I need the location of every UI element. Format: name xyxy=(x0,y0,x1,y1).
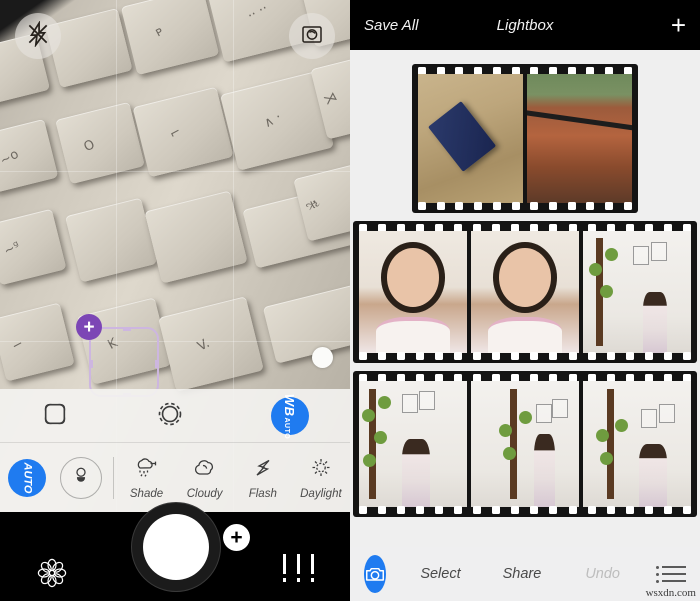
wb-preset-label: Flash xyxy=(248,488,277,500)
wb-label: WB xyxy=(282,393,298,416)
sun-icon xyxy=(306,455,336,486)
photo-thumb[interactable] xyxy=(471,231,579,353)
select-button[interactable]: Select xyxy=(420,566,460,582)
focus-mode-button[interactable] xyxy=(0,400,110,433)
shutter-add-badge[interactable]: + xyxy=(223,524,250,551)
divider xyxy=(112,456,114,499)
photo-thumb[interactable] xyxy=(471,381,579,507)
wb-preset-cloudy[interactable]: Cloudy xyxy=(176,455,234,500)
camera-pane: ᵓ ~o ~ᵍ − O K ᴘ ⌐ V. ·· ·· ∧ · ⋊ ૠ + WB … xyxy=(0,0,350,601)
share-button[interactable]: Share xyxy=(503,566,542,582)
undo-button: Undo xyxy=(585,566,620,582)
camera-shutter-bar: + xyxy=(0,502,350,601)
sprocket-row xyxy=(359,352,691,360)
filmstrip-3[interactable] xyxy=(353,371,697,517)
focus-box[interactable] xyxy=(89,327,159,397)
wb-preset-label: Cloudy xyxy=(186,488,223,500)
wb-sub-label: AUTO xyxy=(283,416,291,439)
list-menu-button[interactable] xyxy=(656,565,686,583)
photo-thumb[interactable] xyxy=(359,381,467,507)
wb-preset-label: Daylight xyxy=(300,488,342,500)
flower-settings-icon xyxy=(37,558,67,588)
cloud-icon xyxy=(190,455,220,486)
photo-thumb[interactable] xyxy=(583,381,691,507)
flash-toggle-button[interactable] xyxy=(15,13,61,59)
plus-icon: + xyxy=(83,316,95,338)
wb-preset-label: Shade xyxy=(129,488,164,500)
wb-auto-button[interactable]: AUTO xyxy=(0,458,54,497)
camera-icon xyxy=(366,567,385,581)
camera-flip-icon xyxy=(300,22,324,51)
flash-bolt-icon xyxy=(248,455,278,486)
wb-preset-shade[interactable]: Shade xyxy=(117,455,175,500)
sliders-button[interactable] xyxy=(278,554,322,592)
lightbox-pane: Save All Lightbox + Select Share Undo ws… xyxy=(350,0,700,601)
wb-auto-label: AUTO xyxy=(21,462,34,493)
flower-settings-button[interactable] xyxy=(33,554,71,597)
shutter-button[interactable] xyxy=(131,502,221,592)
save-all-button[interactable]: Save All xyxy=(364,17,418,34)
grid-line-h1 xyxy=(0,171,350,172)
sprocket-row xyxy=(418,202,632,210)
grid-line-h2 xyxy=(0,341,350,342)
white-balance-button[interactable]: WB AUTO xyxy=(230,393,350,439)
shade-icon xyxy=(132,455,162,486)
photo-thumb[interactable] xyxy=(359,231,467,353)
photo-thumb[interactable] xyxy=(418,74,523,203)
sliders-icon xyxy=(283,554,314,582)
camera-flip-button[interactable] xyxy=(289,13,335,59)
exposure-slider-handle[interactable] xyxy=(312,347,333,368)
app-root: ᵓ ~o ~ᵍ − O K ᴘ ⌐ V. ·· ·· ∧ · ⋊ ૠ + WB … xyxy=(0,0,700,601)
lightbox-scroll-area[interactable] xyxy=(350,50,700,547)
camera-control-row-top: WB AUTO xyxy=(0,389,350,443)
wb-tint-button[interactable] xyxy=(54,456,108,499)
exposure-circle-icon xyxy=(156,400,184,433)
filmstrip-2[interactable] xyxy=(353,221,697,363)
lightbox-topbar: Save All Lightbox + xyxy=(350,0,700,50)
tint-adjust-icon xyxy=(70,464,92,491)
camera-button[interactable] xyxy=(364,555,387,593)
flash-off-icon xyxy=(25,19,51,52)
wb-preset-flash[interactable]: Flash xyxy=(234,455,292,500)
exposure-mode-button[interactable] xyxy=(110,400,230,433)
focus-handle-button[interactable]: + xyxy=(76,314,102,340)
photo-thumb[interactable] xyxy=(583,231,691,353)
photo-thumb[interactable] xyxy=(527,74,632,203)
add-icon[interactable]: + xyxy=(671,12,686,38)
list-menu-icon xyxy=(656,565,686,569)
watermark: wsxdn.com xyxy=(645,587,696,599)
wb-preset-daylight[interactable]: Daylight xyxy=(292,455,350,500)
plus-icon: + xyxy=(230,526,243,549)
focus-square-icon xyxy=(41,400,69,433)
filmstrip-1[interactable] xyxy=(412,64,638,213)
sprocket-row xyxy=(359,506,691,514)
